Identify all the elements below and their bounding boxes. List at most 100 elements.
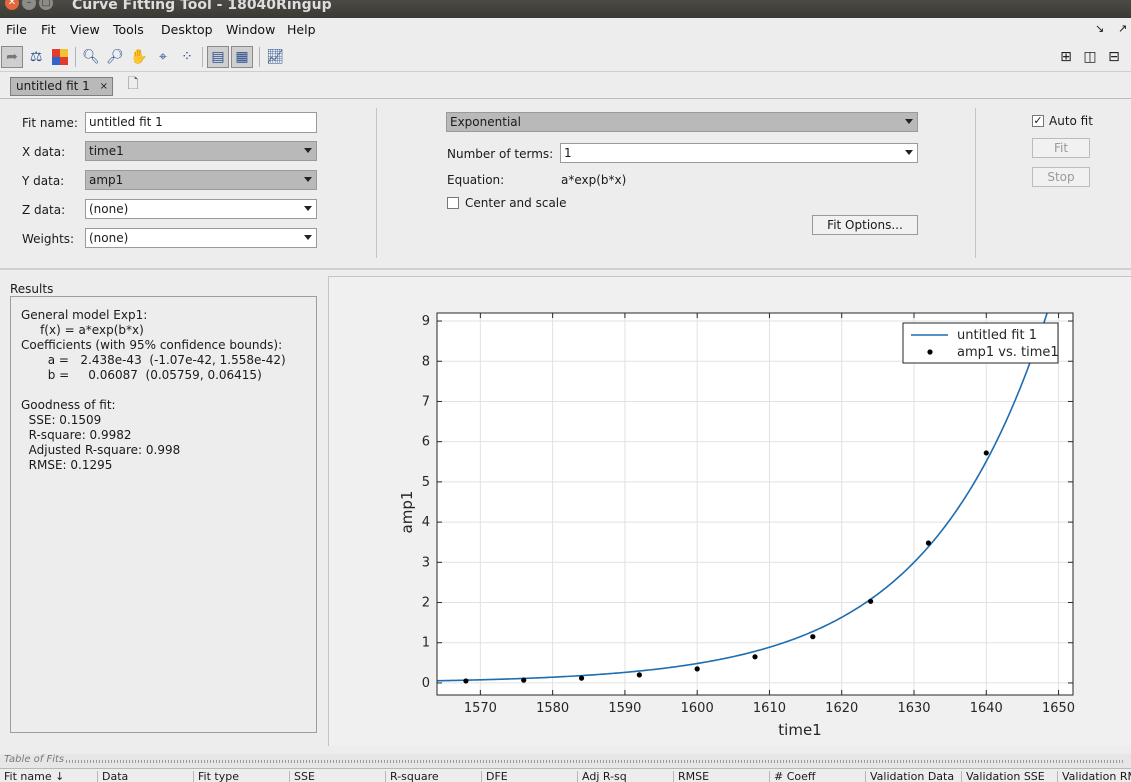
tile-icon[interactable]: ⊞ <box>1055 46 1077 68</box>
chevron-down-icon <box>304 235 312 240</box>
split-vertical-icon[interactable]: ◫ <box>1079 46 1101 68</box>
dock-arrow-icon[interactable]: ↘ <box>1095 22 1104 35</box>
column-r-square[interactable]: R-square <box>385 771 481 782</box>
results-label: Results <box>10 282 54 296</box>
fit-button[interactable]: Fit <box>1032 138 1090 158</box>
undock-arrow-icon[interactable]: ↗ <box>1118 22 1127 35</box>
table-drag-handle[interactable] <box>66 760 1125 763</box>
weights-select[interactable]: (none) <box>85 228 317 248</box>
menu-window[interactable]: Window <box>226 22 275 37</box>
center-scale-checkbox[interactable] <box>447 197 459 209</box>
column-dfe[interactable]: DFE <box>481 771 577 782</box>
data-point <box>578 675 585 681</box>
residuals-icon[interactable]: 📈︎ <box>264 46 286 68</box>
split-horizontal-icon[interactable]: ⊟ <box>1103 46 1125 68</box>
column-sse[interactable]: SSE <box>289 771 385 782</box>
toolbar: ➦ ⚖ 🔍︎ 🔎︎ ✋ ⌖ ⁘ ▤ ▦ 📈︎ ⊞ ◫ ⊟ <box>0 42 1131 72</box>
y-data-label: Y data: <box>22 174 65 188</box>
results-line: Coefficients (with 95% confidence bounds… <box>21 338 283 352</box>
weights-label: Weights: <box>22 232 75 246</box>
plot-area: 1570 1580 1590 1600 1610 1620 1630 1640 1650 0 1 2 3… <box>328 276 1131 746</box>
minimize-window-icon[interactable]: – <box>22 0 36 10</box>
menu-fit[interactable]: Fit <box>41 22 56 37</box>
data-point <box>868 598 874 604</box>
fit-type-select[interactable]: Exponential <box>446 112 918 132</box>
fit-tab-strip: untitled fit 1 × 🗋 <box>0 73 1131 99</box>
exclude-icon[interactable]: ⁘ <box>176 46 198 68</box>
results-panel: General model Exp1: f(x) = a*exp(b*x) Co… <box>10 296 317 733</box>
fit-plot[interactable]: 1570 1580 1590 1600 1610 1620 1630 1640 1650 0 1 2 3… <box>329 277 1131 747</box>
zoom-out-icon[interactable]: 🔎︎ <box>104 46 126 68</box>
column-fit-type[interactable]: Fit type <box>193 771 289 782</box>
window-title: Curve Fitting Tool - 18040Ringup <box>72 0 332 13</box>
plot-background <box>437 313 1073 695</box>
equation-label: Equation: <box>447 173 505 187</box>
data-point <box>925 540 932 546</box>
fit-options-button[interactable]: Fit Options... <box>812 215 918 235</box>
menu-desktop[interactable]: Desktop <box>161 22 213 37</box>
y-tick-label: 9 <box>422 314 430 329</box>
colormap-icon[interactable] <box>49 46 71 68</box>
tab-untitled-fit-1[interactable]: untitled fit 1 × <box>10 77 113 96</box>
menu-tools[interactable]: Tools <box>113 22 144 37</box>
x-tick-label: 1650 <box>1042 701 1075 716</box>
column-validation-rmse[interactable]: Validation RM <box>1057 771 1131 782</box>
results-line: R-square: 0.9982 <box>21 428 132 442</box>
data-point <box>463 678 469 684</box>
x-tick-label: 1580 <box>536 701 569 716</box>
menu-view[interactable]: View <box>70 22 100 37</box>
center-scale-label: Center and scale <box>465 196 567 210</box>
table-of-fits-bar: Table of Fits <box>0 754 1131 768</box>
y-tick-label: 5 <box>422 475 430 490</box>
x-tick-label: 1630 <box>897 701 930 716</box>
x-data-select[interactable]: time1 <box>85 141 317 161</box>
maximize-window-icon[interactable]: □ <box>39 0 53 10</box>
menu-file[interactable]: File <box>6 22 27 37</box>
table-of-fits-title: Table of Fits <box>4 754 65 765</box>
data-icon[interactable]: ⚖ <box>25 46 47 68</box>
column-validation-data[interactable]: Validation Data <box>865 771 961 782</box>
y-tick-label: 1 <box>422 636 430 651</box>
results-line: a = 2.438e-43 (-1.07e-42, 1.558e-42) <box>21 353 286 367</box>
number-of-terms-select[interactable]: 1 <box>560 143 918 163</box>
menu-bar: File Fit View Tools Desktop Window Help … <box>0 18 1131 42</box>
results-line: SSE: 0.1509 <box>21 413 102 427</box>
results-line: Adjusted R-square: 0.998 <box>21 443 181 457</box>
column-adj-r-sq[interactable]: Adj R-sq <box>577 771 673 782</box>
y-tick-label: 3 <box>422 555 430 570</box>
pan-icon[interactable]: ✋ <box>128 46 150 68</box>
table-layout-icon[interactable]: ▦ <box>231 46 253 68</box>
x-axis-label: time1 <box>778 721 821 739</box>
x-data-label: X data: <box>22 145 66 159</box>
close-tab-icon[interactable]: × <box>100 78 108 95</box>
column-data[interactable]: Data <box>97 771 193 782</box>
column-validation-sse[interactable]: Validation SSE <box>961 771 1057 782</box>
new-fit-icon[interactable]: 🗋 <box>122 74 144 96</box>
stop-button[interactable]: Stop <box>1032 167 1090 187</box>
chevron-down-icon <box>304 206 312 211</box>
results-line: Goodness of fit: <box>21 398 116 412</box>
data-cursor-icon[interactable]: ⌖ <box>152 46 174 68</box>
z-data-label: Z data: <box>22 203 66 217</box>
data-point <box>694 666 700 672</box>
column-fit-name[interactable]: Fit name ↓ <box>0 771 97 782</box>
fit-name-input[interactable]: untitled fit 1 <box>85 112 317 133</box>
x-tick-label: 1640 <box>970 701 1003 716</box>
menu-help[interactable]: Help <box>287 22 316 37</box>
x-tick-label: 1590 <box>608 701 641 716</box>
z-data-select[interactable]: (none) <box>85 199 317 219</box>
column-num-coeff[interactable]: # Coeff <box>769 771 865 782</box>
window-titlebar: ✕ – □ Curve Fitting Tool - 18040Ringup <box>0 0 1131 18</box>
grid-layout-icon[interactable]: ▤ <box>207 46 229 68</box>
zoom-in-icon[interactable]: 🔍︎ <box>80 46 102 68</box>
legend-fit-label: untitled fit 1 <box>957 328 1037 343</box>
y-data-select[interactable]: amp1 <box>85 170 317 190</box>
back-icon[interactable]: ➦ <box>1 46 23 68</box>
tab-label: untitled fit 1 <box>16 79 90 93</box>
auto-fit-checkbox[interactable]: ✓ <box>1032 115 1044 127</box>
close-window-icon[interactable]: ✕ <box>5 0 19 10</box>
y-tick-label: 4 <box>422 515 430 530</box>
auto-fit-label: Auto fit <box>1049 114 1093 128</box>
x-tick-label: 1570 <box>464 701 497 716</box>
column-rmse[interactable]: RMSE <box>673 771 769 782</box>
